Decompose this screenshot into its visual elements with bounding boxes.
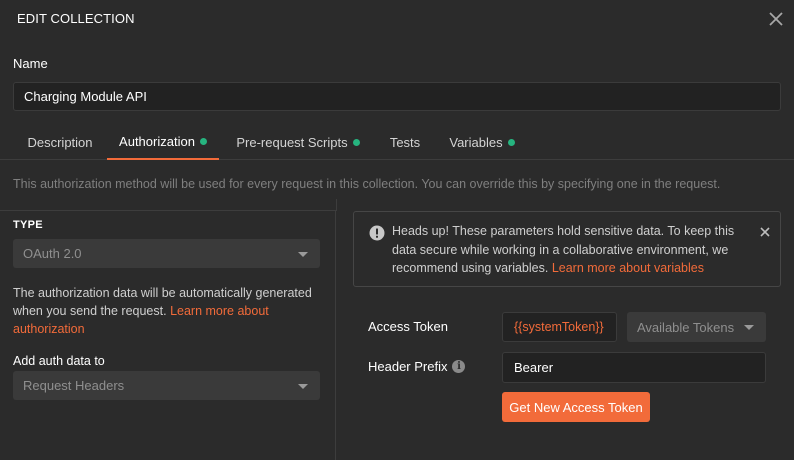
- header-prefix-value: Bearer: [514, 360, 554, 375]
- header-prefix-input[interactable]: Bearer: [502, 352, 766, 383]
- header-prefix-label: Header Prefix: [368, 359, 448, 374]
- status-dot: [352, 138, 360, 146]
- status-dot: [507, 138, 515, 146]
- available-tokens-label: Available Tokens: [637, 319, 735, 335]
- tab-label: Authorization: [119, 133, 195, 149]
- sensitive-data-alert: Heads up! These parameters hold sensitiv…: [353, 211, 781, 287]
- tab-description[interactable]: Description: [14, 124, 106, 160]
- learn-more-variables-link[interactable]: Learn more about variables: [552, 261, 704, 275]
- add-auth-value: Request Headers: [23, 378, 125, 393]
- alert-message: Heads up! These parameters hold sensitiv…: [392, 222, 752, 278]
- status-dot: [199, 137, 207, 145]
- tab-authorization[interactable]: Authorization: [107, 124, 219, 160]
- type-label: TYPE: [13, 219, 43, 231]
- chevron-down-icon: [298, 383, 308, 389]
- add-auth-label: Add auth data to: [13, 354, 105, 368]
- auth-description: The authorization data will be automatic…: [13, 284, 331, 338]
- close-icon[interactable]: [758, 225, 772, 239]
- authorization-info-text: This authorization method will be used f…: [13, 177, 721, 191]
- info-icon[interactable]: i: [452, 360, 466, 373]
- tab-variables[interactable]: Variables: [440, 124, 524, 160]
- panel-divider: [336, 199, 337, 211]
- access-token-label: Access Token: [368, 319, 448, 334]
- get-new-access-token-button[interactable]: Get New Access Token: [502, 392, 650, 422]
- tab-pre-request-scripts[interactable]: Pre-request Scripts: [229, 124, 367, 160]
- name-label: Name: [13, 56, 48, 71]
- tab-label: Variables: [449, 134, 503, 150]
- close-icon: [769, 12, 783, 26]
- available-tokens-select[interactable]: Available Tokens: [627, 312, 766, 342]
- auth-type-select[interactable]: OAuth 2.0: [13, 239, 320, 268]
- info-circle-icon: [369, 225, 385, 241]
- add-auth-data-select[interactable]: Request Headers: [13, 371, 320, 400]
- tab-bar: Description Authorization Pre-request Sc…: [0, 124, 794, 160]
- chevron-down-icon: [298, 251, 308, 257]
- auth-type-value: OAuth 2.0: [23, 246, 82, 261]
- header-prefix-label-row: Header Prefix i: [368, 359, 466, 374]
- modal-title: EDIT COLLECTION: [17, 11, 135, 26]
- tab-tests[interactable]: Tests: [377, 124, 433, 160]
- access-token-input[interactable]: {{systemToken}}: [502, 312, 617, 342]
- tab-label: Tests: [389, 134, 421, 150]
- close-button[interactable]: [766, 9, 786, 29]
- chevron-down-icon: [744, 325, 754, 330]
- access-token-value: {{systemToken}}: [514, 320, 604, 334]
- tab-label: Description: [27, 134, 93, 150]
- tab-label: Pre-request Scripts: [236, 134, 348, 150]
- collection-name-input[interactable]: [13, 82, 781, 111]
